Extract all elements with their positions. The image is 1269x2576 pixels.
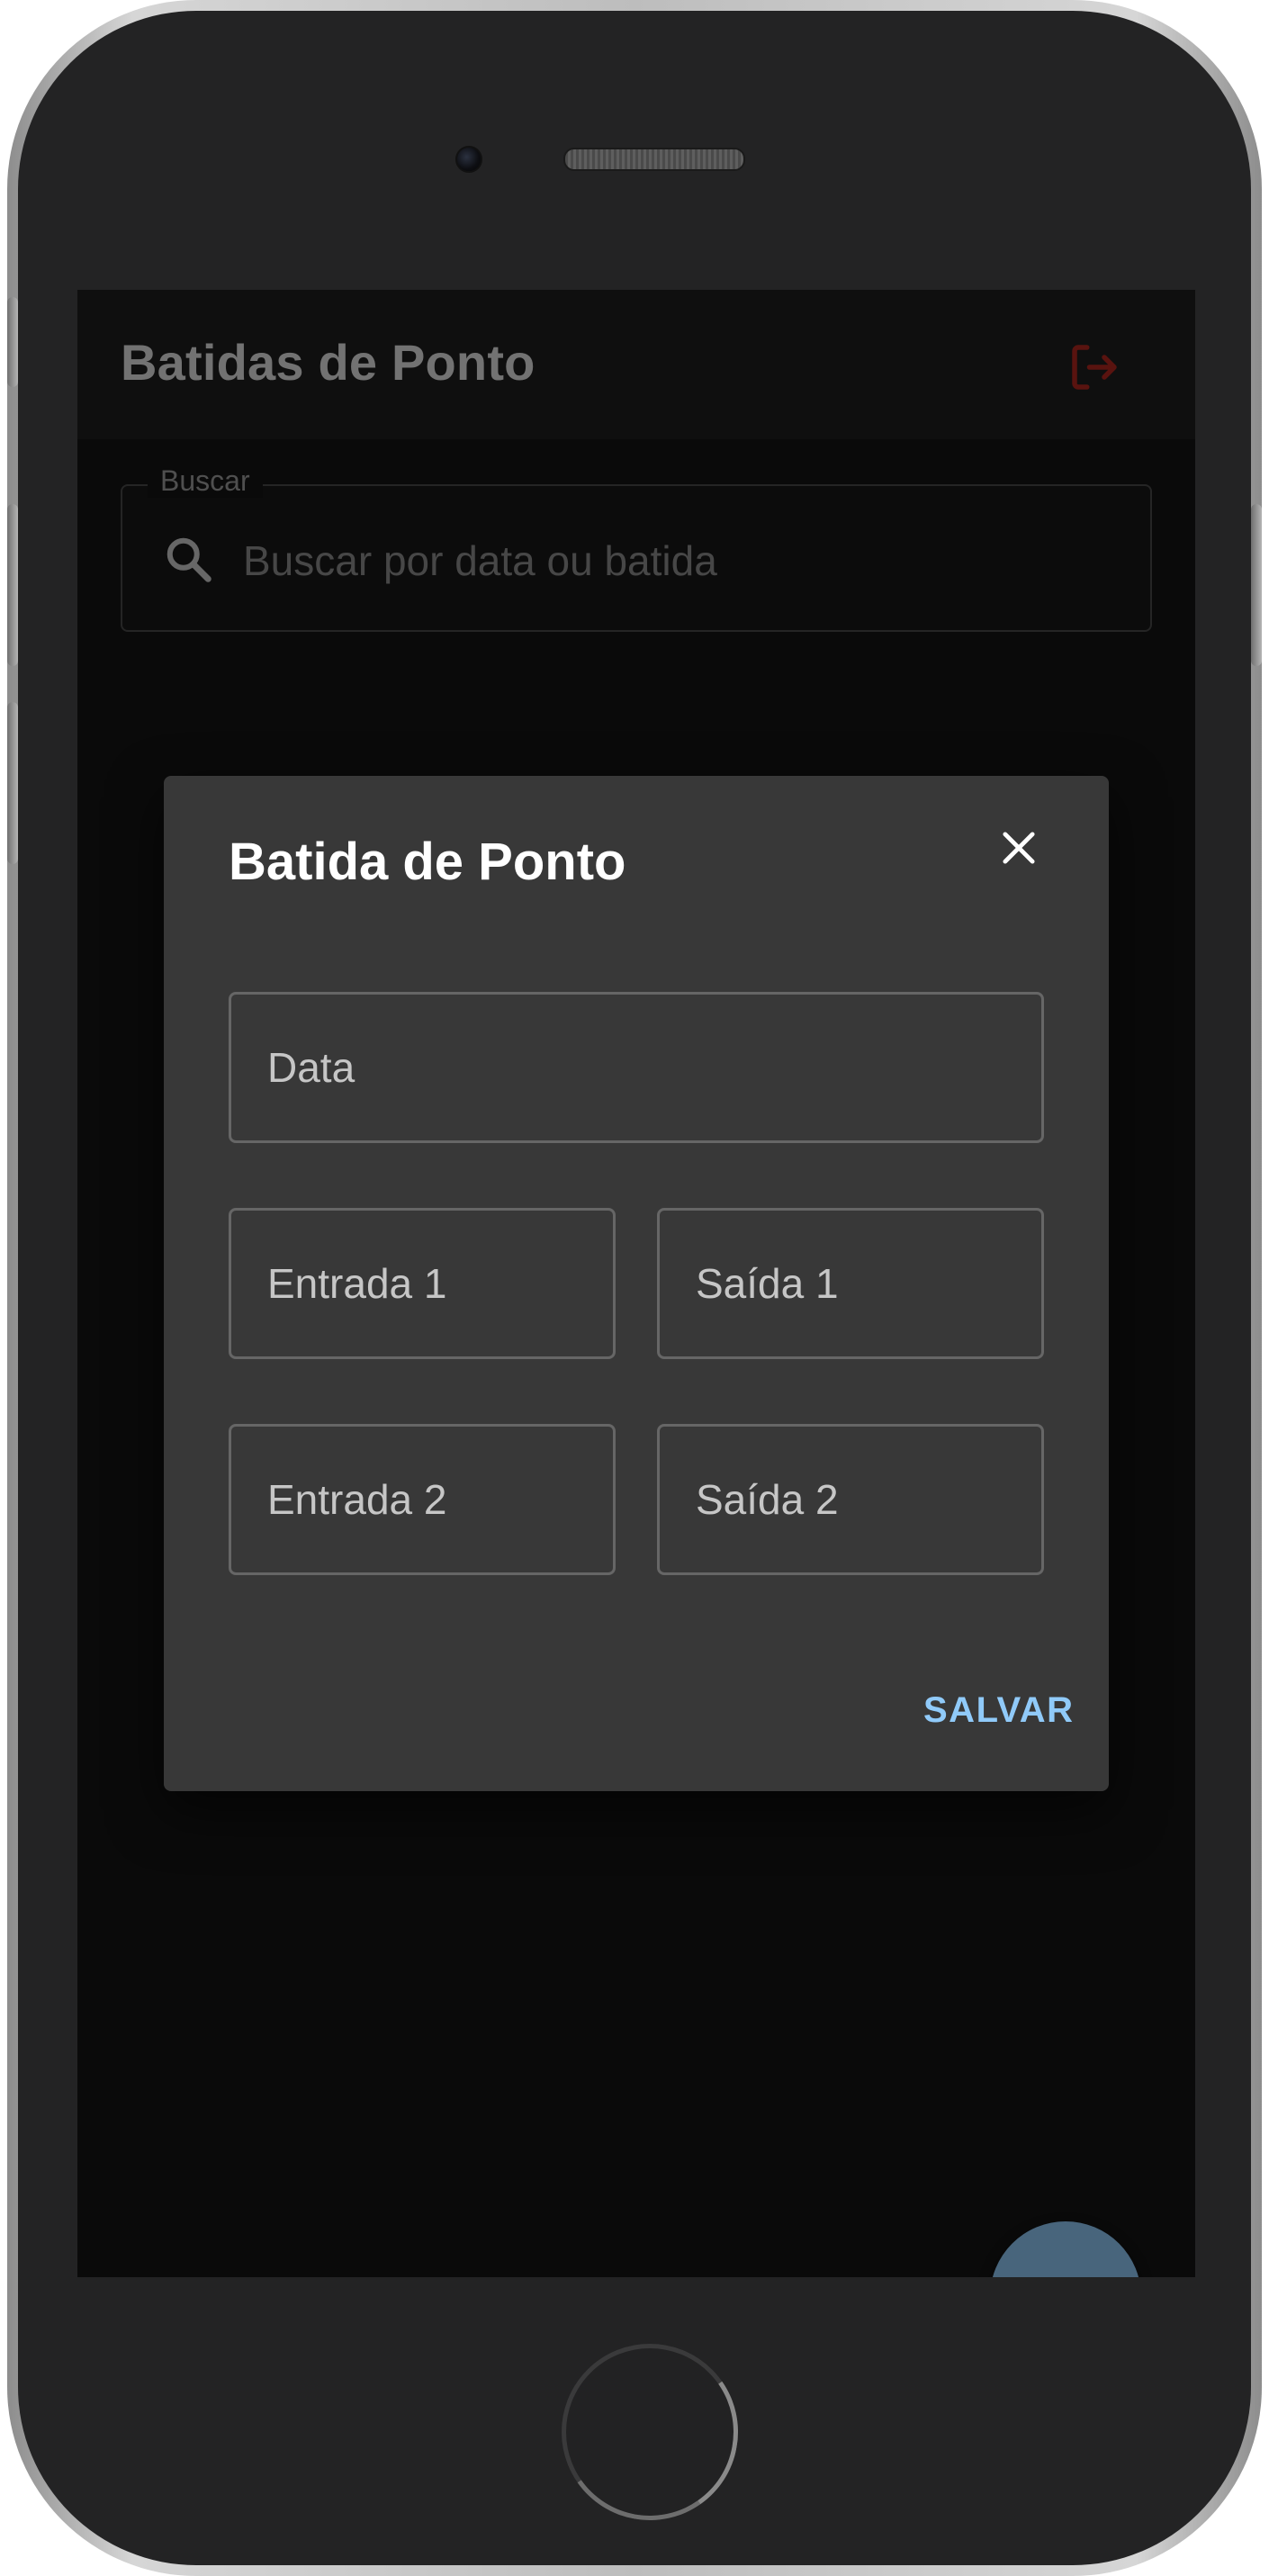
earpiece-speaker <box>563 148 745 171</box>
entrada-1-field[interactable] <box>229 1208 616 1359</box>
power-button <box>1251 504 1262 666</box>
close-button[interactable] <box>990 819 1048 877</box>
entrada-2-field[interactable] <box>229 1424 616 1575</box>
saida-1-field[interactable] <box>657 1208 1044 1359</box>
saida-2-field[interactable] <box>657 1424 1044 1575</box>
saida-2-input[interactable] <box>696 1427 1023 1572</box>
dialog-title: Batida de Ponto <box>229 833 626 891</box>
phone-frame: Batidas de Ponto Buscar <box>7 0 1262 2576</box>
volume-down-button <box>7 702 18 864</box>
data-input[interactable] <box>267 995 1023 1140</box>
saida-1-input[interactable] <box>696 1211 1023 1356</box>
front-camera <box>455 146 482 173</box>
home-button[interactable] <box>562 2344 738 2520</box>
data-field[interactable] <box>229 992 1044 1143</box>
app-screen: Batidas de Ponto Buscar <box>77 290 1195 2277</box>
batida-dialog: Batida de Ponto SALVAR <box>164 776 1109 1791</box>
mute-switch <box>7 297 18 387</box>
close-icon <box>1003 832 1035 864</box>
save-button[interactable]: SALVAR <box>916 1681 1082 1739</box>
entrada-1-input[interactable] <box>267 1211 595 1356</box>
volume-up-button <box>7 504 18 666</box>
entrada-2-input[interactable] <box>267 1427 595 1572</box>
